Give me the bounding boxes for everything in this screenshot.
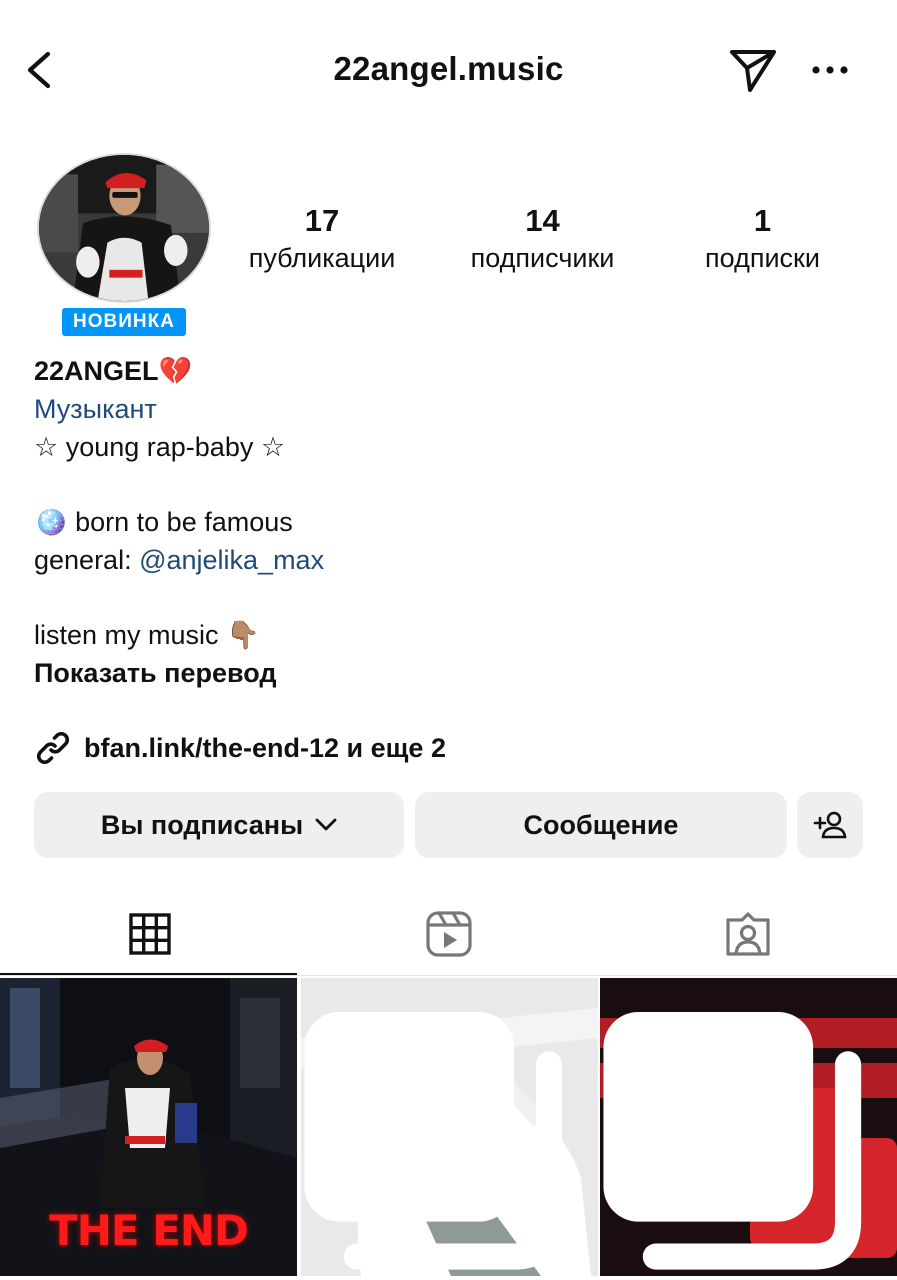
bio-spacer — [34, 466, 874, 503]
more-options-button[interactable] — [808, 54, 852, 86]
top-bar: 22angel.music — [0, 0, 897, 140]
following-count: 1 — [753, 203, 772, 238]
more-dots-icon — [812, 66, 848, 74]
stat-followers[interactable]: 14 подписчики — [450, 202, 635, 276]
profile-tabs — [0, 895, 897, 977]
bio-line: listen my music 👇🏽 — [34, 620, 260, 650]
posts-grid: THE END — [0, 978, 897, 1280]
share-button[interactable] — [728, 46, 778, 94]
bio-general-prefix: general: — [34, 545, 140, 575]
reels-icon — [425, 911, 472, 957]
profile-link-text[interactable]: bfan.link/the-end-12 и еще 2 — [84, 733, 446, 764]
profile-avatar-container[interactable]: НОВИНКА — [34, 150, 214, 339]
tab-tagged[interactable] — [598, 895, 897, 973]
stat-posts[interactable]: 17 публикации — [232, 202, 412, 276]
profile-name: 22ANGEL💔 — [34, 356, 193, 386]
suggested-users-button[interactable] — [797, 792, 863, 858]
post-thumbnail[interactable] — [301, 978, 598, 1276]
chevron-down-icon — [315, 818, 337, 831]
new-badge[interactable]: НОВИНКА — [59, 305, 189, 339]
profile-bio: 22ANGEL💔 Музыкант ☆ young rap-baby ☆ 🪩 b… — [34, 352, 874, 692]
post-thumbnail[interactable] — [600, 978, 897, 1276]
followers-count: 14 — [525, 203, 560, 238]
stat-following[interactable]: 1 подписки — [680, 202, 845, 276]
message-button[interactable]: Сообщение — [415, 792, 787, 858]
paper-plane-icon — [730, 50, 776, 92]
tab-reels[interactable] — [299, 895, 598, 973]
tabs-divider — [0, 975, 897, 976]
bio-general-line: general: @anjelika_max — [34, 541, 874, 579]
bio-line: ☆ young rap-baby ☆ — [34, 432, 286, 462]
post-caption: THE END — [49, 1206, 249, 1255]
grid-icon — [128, 913, 171, 955]
profile-category[interactable]: Музыкант — [34, 390, 874, 428]
avatar[interactable] — [37, 153, 211, 303]
posts-label: публикации — [248, 243, 396, 273]
posts-count: 17 — [304, 203, 340, 238]
following-label: подписки — [705, 243, 820, 273]
following-button-label: Вы подписаны — [100, 809, 304, 840]
message-button-label: Сообщение — [523, 809, 679, 840]
bio-spacer — [34, 579, 874, 616]
tagged-icon — [725, 912, 770, 956]
show-translation-link[interactable]: Показать перевод — [34, 654, 874, 692]
bio-line: 🪩 born to be famous — [34, 507, 293, 537]
carousel-icon — [603, 1011, 862, 1270]
profile-link[interactable]: bfan.link/the-end-12 и еще 2 — [34, 728, 446, 768]
bio-mention-link[interactable]: @anjelika_max — [139, 545, 324, 575]
carousel-icon — [304, 1011, 563, 1270]
followers-label: подписчики — [470, 243, 615, 273]
link-icon — [37, 732, 69, 764]
add-user-icon — [813, 811, 847, 839]
avatar-photo — [39, 155, 209, 301]
tab-posts-grid[interactable] — [0, 895, 299, 973]
following-button[interactable]: Вы подписаны — [34, 792, 404, 858]
post-thumbnail[interactable]: THE END — [0, 978, 297, 1276]
